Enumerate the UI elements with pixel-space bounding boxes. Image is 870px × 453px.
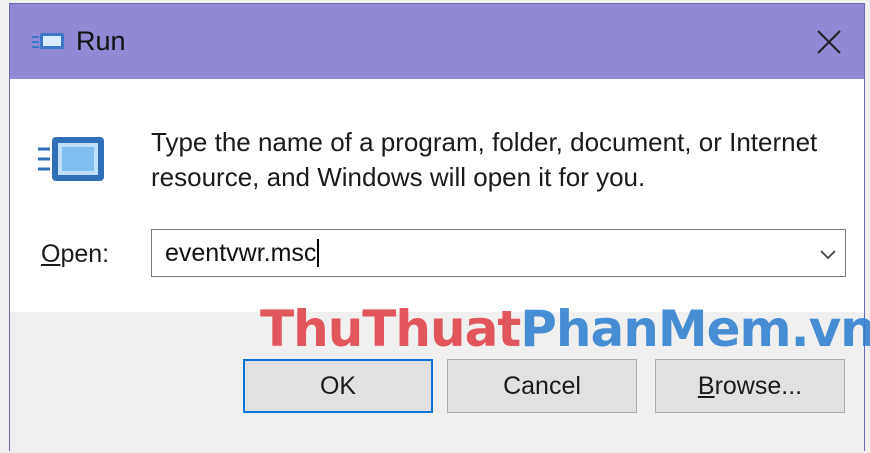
- cancel-button[interactable]: Cancel: [447, 359, 637, 413]
- close-button[interactable]: [794, 4, 864, 79]
- run-icon: [32, 33, 64, 49]
- open-combobox[interactable]: eventvwr.msc: [151, 229, 846, 277]
- open-input-value: eventvwr.msc: [165, 239, 317, 267]
- text-caret: [317, 239, 320, 267]
- description-line-2: resource, and Windows will open it for y…: [151, 162, 646, 192]
- browse-button[interactable]: Browse...: [655, 359, 845, 413]
- watermark-part-2: PhanMem.vn: [520, 300, 870, 358]
- watermark-part-1: ThuThuat: [260, 300, 521, 358]
- run-app-icon: [38, 137, 104, 181]
- ok-button-label: OK: [319, 371, 357, 400]
- browse-button-label: rowse...: [714, 371, 803, 400]
- title-bar[interactable]: Run: [10, 4, 864, 79]
- open-label: Open:: [41, 240, 109, 269]
- watermark: ThuThuatPhanMem.vn: [260, 300, 870, 358]
- cancel-button-label: Cancel: [503, 371, 581, 400]
- browse-mnemonic: B: [697, 371, 715, 400]
- open-label-mnemonic: O: [41, 240, 61, 268]
- ok-button[interactable]: OK: [243, 359, 433, 413]
- close-icon: [817, 29, 841, 54]
- dialog-description: Type the name of a program, folder, docu…: [151, 125, 851, 195]
- description-line-1: Type the name of a program, folder, docu…: [151, 127, 818, 157]
- dialog-content: Type the name of a program, folder, docu…: [10, 79, 864, 312]
- chevron-down-icon[interactable]: [817, 243, 839, 265]
- window-title: Run: [76, 26, 126, 56]
- open-input[interactable]: eventvwr.msc: [165, 239, 320, 268]
- open-label-text: pen:: [60, 240, 110, 268]
